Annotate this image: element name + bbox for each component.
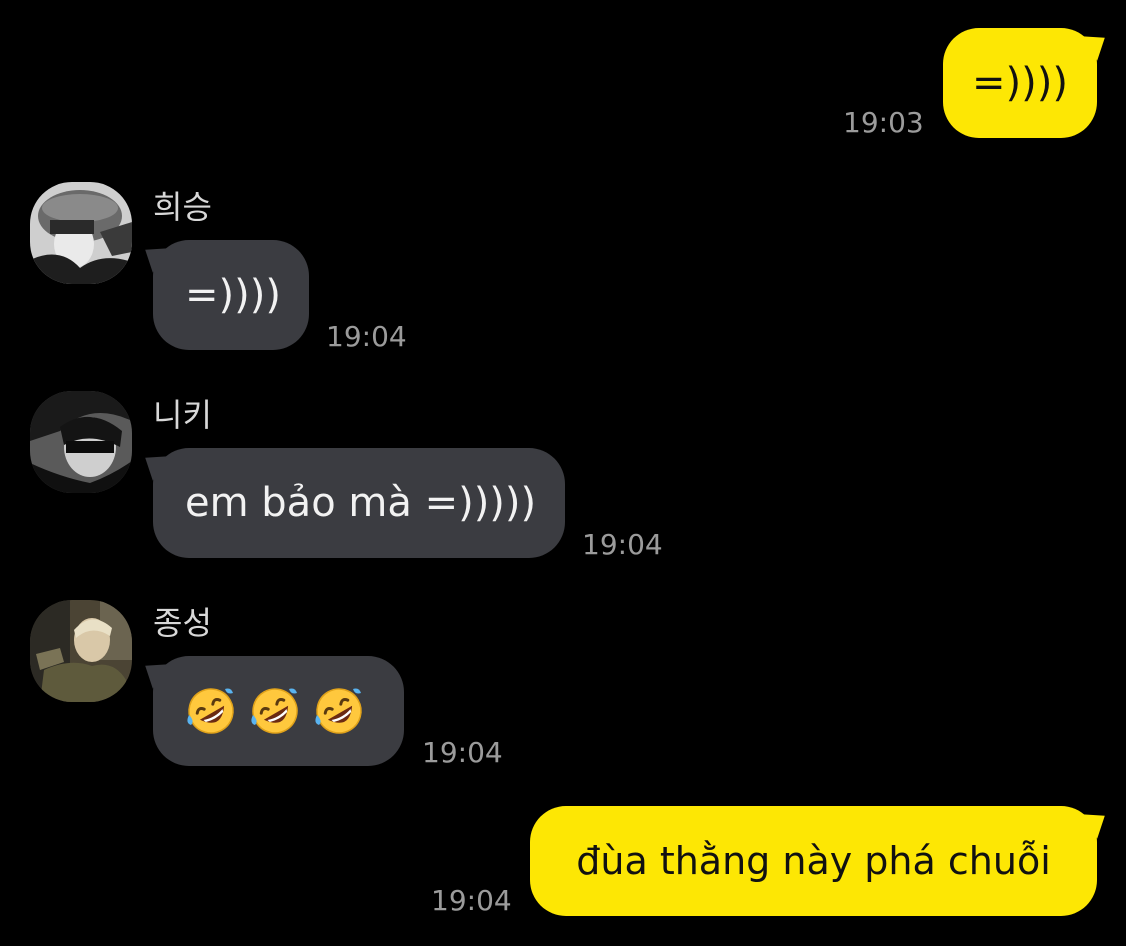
profile-photo-icon — [30, 600, 132, 702]
profile-photo-icon — [30, 391, 132, 493]
message-time: 19:04 — [582, 528, 663, 561]
profile-photo-icon — [30, 182, 132, 284]
message-text: =)))) — [972, 60, 1068, 106]
rolling-on-floor-laughing-icon — [185, 685, 237, 737]
message-bubble[interactable]: đùa thằng này phá chuỗi — [530, 806, 1097, 916]
message-bubble[interactable]: =)))) — [943, 28, 1097, 138]
message-text: em bảo mà =))))) — [185, 480, 537, 526]
sender-name: 희승 — [153, 188, 212, 226]
rolling-on-floor-laughing-icon — [313, 685, 365, 737]
message-text: =)))) — [185, 272, 281, 318]
message-time: 19:04 — [422, 736, 503, 769]
avatar[interactable] — [30, 182, 132, 284]
message-time: 19:04 — [326, 320, 407, 353]
message-bubble[interactable] — [153, 656, 404, 766]
message-bubble[interactable]: =)))) — [153, 240, 309, 350]
message-bubble[interactable]: em bảo mà =))))) — [153, 448, 565, 558]
rolling-on-floor-laughing-icon — [249, 685, 301, 737]
sender-name: 종성 — [153, 604, 212, 642]
message-time: 19:04 — [431, 884, 512, 917]
avatar[interactable] — [30, 600, 132, 702]
message-text: đùa thằng này phá chuỗi — [576, 839, 1051, 883]
message-time: 19:03 — [843, 106, 924, 139]
avatar[interactable] — [30, 391, 132, 493]
sender-name: 니키 — [153, 396, 212, 434]
